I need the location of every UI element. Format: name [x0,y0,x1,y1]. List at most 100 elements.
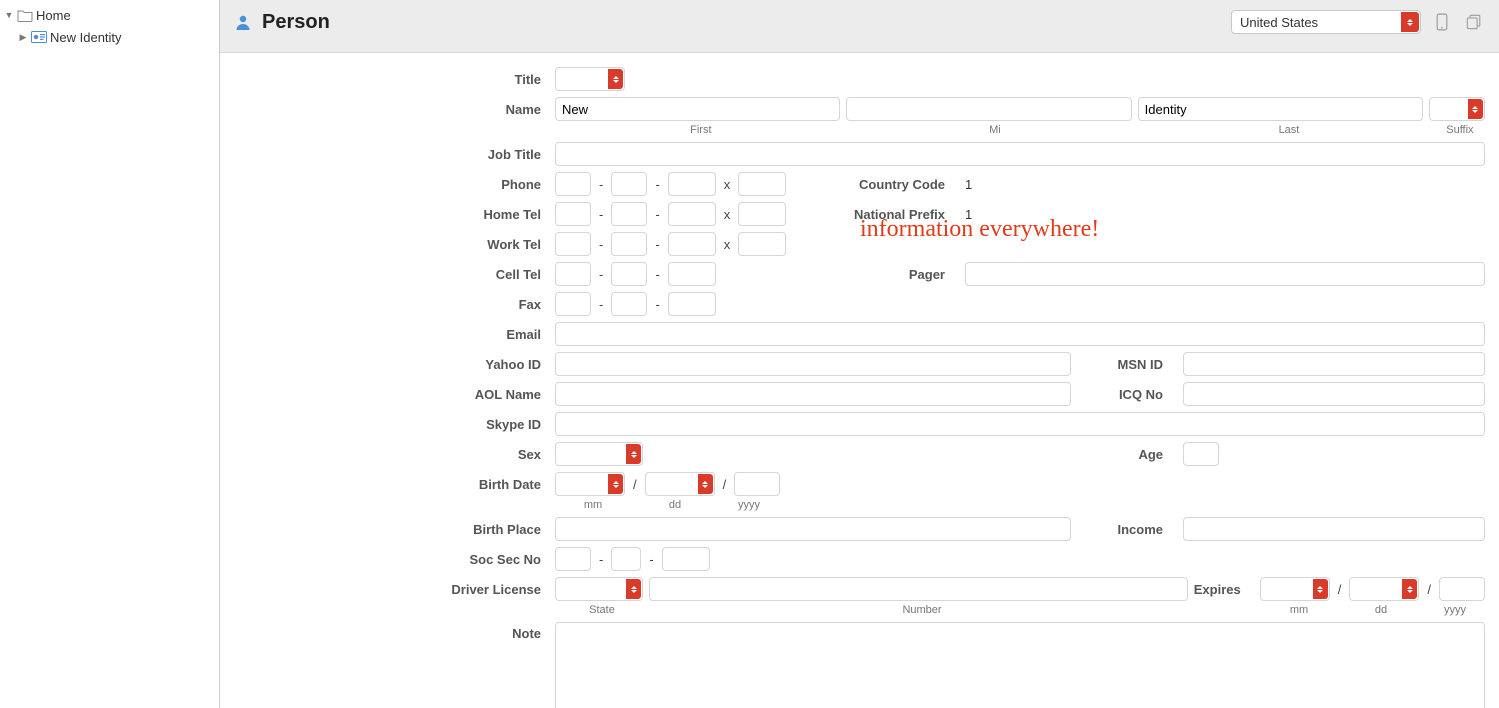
celltel-1[interactable] [555,262,591,286]
sublabel-dd: dd [631,499,719,511]
label-ssn: Soc Sec No [220,552,555,567]
hometel-3[interactable] [668,202,716,226]
sublabel-last: Last [1143,124,1435,136]
worktel-ext[interactable] [738,232,786,256]
sublabel-mi: Mi [847,124,1144,136]
label-work-tel: Work Tel [220,237,555,252]
label-home-tel: Home Tel [220,207,555,222]
chevron-updown-icon [1402,579,1417,599]
worktel-3[interactable] [668,232,716,256]
chevron-updown-icon [626,444,641,464]
hometel-1[interactable] [555,202,591,226]
aol-input[interactable] [555,382,1071,406]
chevron-updown-icon [608,69,623,89]
disclosure-right-icon[interactable]: ▶ [18,32,28,42]
birth-yyyy-input[interactable] [734,472,780,496]
sublabel-dd2: dd [1337,604,1425,616]
first-name-input[interactable] [555,97,840,121]
worktel-1[interactable] [555,232,591,256]
income-input[interactable] [1183,517,1485,541]
tree-label-new-identity: New Identity [50,30,122,45]
page-title: Person [262,11,330,34]
folder-icon [17,8,33,22]
label-msn: MSN ID [1077,357,1177,372]
label-national-prefix: National Prefix [819,207,959,222]
label-country-code: Country Code [819,177,959,192]
ssn-1[interactable] [555,547,591,571]
title-select[interactable] [555,67,625,91]
pager-input[interactable] [965,262,1485,286]
label-aol: AOL Name [220,387,555,402]
dl-exp-dd-select[interactable] [1349,577,1419,601]
phone-ext[interactable] [738,172,786,196]
ssn-3[interactable] [662,547,710,571]
phone-3[interactable] [668,172,716,196]
copy-button[interactable] [1463,11,1485,33]
msn-input[interactable] [1183,352,1485,376]
note-textarea[interactable] [555,622,1485,708]
header: Person United States [220,0,1499,53]
dl-number-input[interactable] [649,577,1188,601]
birth-dd-select[interactable] [645,472,715,496]
yahoo-input[interactable] [555,352,1071,376]
label-skype: Skype ID [220,417,555,432]
device-button[interactable] [1431,11,1453,33]
fax-2[interactable] [611,292,647,316]
label-job-title: Job Title [220,147,555,162]
fax-3[interactable] [668,292,716,316]
fax-1[interactable] [555,292,591,316]
phone-1[interactable] [555,172,591,196]
country-select[interactable]: United States [1231,10,1421,34]
label-birth-place: Birth Place [220,522,555,537]
skype-input[interactable] [555,412,1485,436]
worktel-2[interactable] [611,232,647,256]
label-sex: Sex [220,447,555,462]
dl-exp-mm-select[interactable] [1260,577,1330,601]
person-icon [234,13,252,31]
birth-place-input[interactable] [555,517,1071,541]
birth-mm-select[interactable] [555,472,625,496]
job-title-input[interactable] [555,142,1485,166]
label-email: Email [220,327,555,342]
label-pager: Pager [859,267,959,282]
last-name-input[interactable] [1138,97,1423,121]
label-age: Age [1077,447,1177,462]
sublabel-number: Number [649,604,1195,616]
sidebar: ▼ Home ▶ New Identity [0,0,220,708]
tree-row-new-identity[interactable]: ▶ New Identity [0,26,219,48]
age-input[interactable] [1183,442,1219,466]
national-prefix-value: 1 [965,207,1485,222]
sex-select[interactable] [555,442,643,466]
tree-label-home: Home [36,8,71,23]
main-pane: Person United States inform [220,0,1499,708]
email-input[interactable] [555,322,1485,346]
label-yahoo: Yahoo ID [220,357,555,372]
icq-input[interactable] [1183,382,1485,406]
chevron-updown-icon [626,579,641,599]
dl-exp-yyyy-input[interactable] [1439,577,1485,601]
suffix-select[interactable] [1429,97,1485,121]
hometel-2[interactable] [611,202,647,226]
label-icq: ICQ No [1077,387,1177,402]
label-phone: Phone [220,177,555,192]
label-fax: Fax [220,297,555,312]
label-cell-tel: Cell Tel [220,267,555,282]
celltel-3[interactable] [668,262,716,286]
label-driver-license: Driver License [220,582,555,597]
tree-row-home[interactable]: ▼ Home [0,4,219,26]
label-name: Name [220,102,555,117]
mi-input[interactable] [846,97,1131,121]
hometel-ext[interactable] [738,202,786,226]
dl-state-select[interactable] [555,577,643,601]
celltel-2[interactable] [611,262,647,286]
ssn-2[interactable] [611,547,641,571]
country-select-value: United States [1240,15,1318,30]
form-area: information everywhere! Title Name [220,53,1499,708]
identity-icon [31,30,47,44]
phone-2[interactable] [611,172,647,196]
app-root: ▼ Home ▶ New Identity [0,0,1499,708]
sublabel-yyyy2: yyyy [1425,604,1485,616]
disclosure-down-icon[interactable]: ▼ [4,10,14,20]
label-note: Note [220,622,555,641]
sublabel-mm: mm [555,499,631,511]
